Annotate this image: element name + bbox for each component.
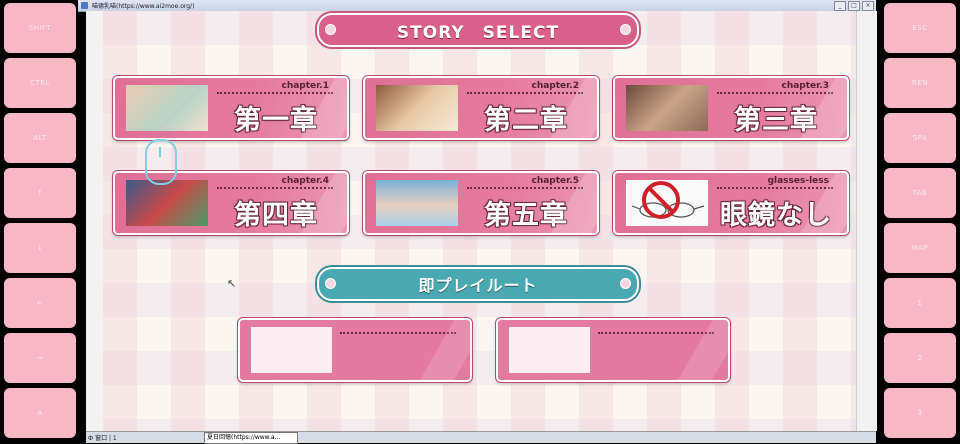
key-ren[interactable]: REN <box>884 58 956 108</box>
right-key-panel: ESC REN SPA TAB MAP 1 2 3 <box>866 0 960 442</box>
story-select-header: STORY SELECT <box>317 13 639 47</box>
key-left[interactable]: ← <box>4 278 76 328</box>
card-shine <box>417 320 470 380</box>
window-controls: _ □ × <box>834 1 874 11</box>
key-spa[interactable]: SPA <box>884 113 956 163</box>
game-viewport: STORY SELECT chapter.1 第一章 chapter.2 第二章… <box>103 11 856 431</box>
left-key-panel: SHIFT CTRL ALT ↑ ↓ ← → A <box>0 0 94 442</box>
quick-route-title: 即プレイルート <box>418 276 538 295</box>
chapter-tag: chapter.5 <box>531 176 579 186</box>
chapter-thumbnail <box>626 85 708 131</box>
key-2[interactable]: 2 <box>884 333 956 383</box>
close-button[interactable]: × <box>862 1 874 11</box>
no-glasses-icon <box>626 180 708 226</box>
chapter-thumbnail <box>126 85 208 131</box>
quick-route-slot-1[interactable] <box>238 318 472 382</box>
status-bar: Ф 窗口 | 1 夏日回憶(https://www.a... <box>86 431 876 444</box>
dotted-divider <box>217 187 333 189</box>
chapter-tag: chapter.1 <box>281 81 329 91</box>
key-right[interactable]: → <box>4 333 76 383</box>
key-alt[interactable]: ALT <box>4 113 76 163</box>
chapter-tag: glasses-less <box>767 176 829 186</box>
slot-thumbnail <box>251 327 332 373</box>
window-frame-right <box>856 11 877 431</box>
key-down[interactable]: ↓ <box>4 223 76 273</box>
dotted-divider <box>717 92 833 94</box>
ornament-icon <box>325 24 336 35</box>
slot-thumbnail <box>509 327 590 373</box>
cursor-icon: ↖ <box>227 277 237 290</box>
chapter-card-3[interactable]: chapter.3 第三章 <box>613 76 849 140</box>
card-shine <box>675 320 728 380</box>
dotted-divider <box>717 187 833 189</box>
quick-route-header: 即プレイルート <box>317 267 639 301</box>
key-map[interactable]: MAP <box>884 223 956 273</box>
dotted-divider <box>467 187 583 189</box>
ornament-icon <box>620 278 631 289</box>
key-tab[interactable]: TAB <box>884 168 956 218</box>
chapter-card-1[interactable]: chapter.1 第一章 <box>113 76 349 140</box>
page-title: STORY SELECT <box>396 22 560 43</box>
key-esc[interactable]: ESC <box>884 3 956 53</box>
key-3[interactable]: 3 <box>884 388 956 438</box>
taskbar-item[interactable]: 夏日回憶(https://www.a... <box>204 432 298 444</box>
chapter-tag: chapter.2 <box>531 81 579 91</box>
key-ctrl[interactable]: CTRL <box>4 58 76 108</box>
quick-route-slot-2[interactable] <box>496 318 730 382</box>
chapter-card-glasses-less[interactable]: glasses-less 眼鏡なし <box>613 171 849 235</box>
maximize-button[interactable]: □ <box>848 1 860 11</box>
key-1[interactable]: 1 <box>884 278 956 328</box>
chapter-card-5[interactable]: chapter.5 第五章 <box>363 171 599 235</box>
chapter-thumbnail <box>376 180 458 226</box>
key-up[interactable]: ↑ <box>4 168 76 218</box>
chapter-tag: chapter.3 <box>781 81 829 91</box>
app-icon <box>81 2 88 9</box>
dotted-divider <box>217 92 333 94</box>
chapter-card-2[interactable]: chapter.2 第二章 <box>363 76 599 140</box>
window-title: 喵德乳喵(https://www.ai2moe.org/) <box>92 3 195 10</box>
chapter-thumbnail <box>376 85 458 131</box>
minimize-button[interactable]: _ <box>834 1 846 11</box>
chapter-thumbnail <box>126 180 208 226</box>
ornament-icon <box>325 278 336 289</box>
chapter-tag: chapter.4 <box>281 176 329 186</box>
ornament-icon <box>620 24 631 35</box>
dotted-divider <box>598 332 714 334</box>
status-text: Ф 窗口 | 1 <box>88 435 117 442</box>
key-a[interactable]: A <box>4 388 76 438</box>
key-shift[interactable]: SHIFT <box>4 3 76 53</box>
dotted-divider <box>467 92 583 94</box>
dotted-divider <box>340 332 456 334</box>
window-frame-left <box>86 11 104 431</box>
mouse-icon <box>145 139 177 185</box>
